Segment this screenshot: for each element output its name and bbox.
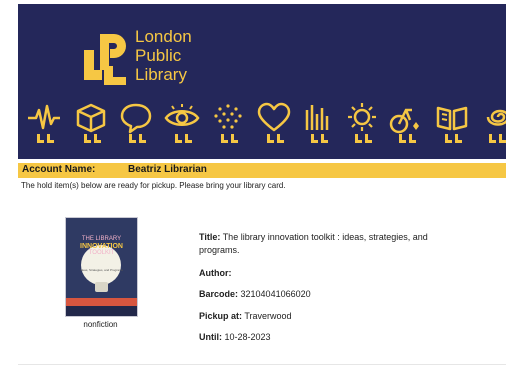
title-value-line-2: programs. bbox=[199, 245, 240, 255]
title-value: The library innovation toolkit : ideas, … bbox=[222, 232, 428, 242]
account-name-value: Beatriz Librarian bbox=[128, 164, 207, 175]
heartbeat-icon bbox=[28, 104, 60, 143]
cube-icon bbox=[76, 103, 106, 143]
pickup-field: Pickup at: Traverwood bbox=[199, 311, 292, 321]
heart-icon bbox=[257, 102, 291, 143]
sparkle-dots-icon bbox=[214, 104, 242, 143]
wordmark-line-2: Public bbox=[135, 46, 182, 65]
library-logo-icon bbox=[84, 34, 126, 85]
account-name-bar: Account Name: Beatriz Librarian bbox=[18, 163, 506, 178]
author-label: Author: bbox=[199, 268, 232, 278]
account-name-label: Account Name: bbox=[22, 164, 96, 175]
pickup-notice: The hold item(s) below are ready for pic… bbox=[21, 181, 286, 190]
title-field: Title: The library innovation toolkit : … bbox=[199, 232, 428, 242]
cover-subtitle: Ideas, Strategies, and Programs bbox=[79, 268, 124, 272]
barcode-value: 32104041066020 bbox=[240, 289, 311, 299]
cover-title-line-2: INNOVATION bbox=[80, 243, 123, 250]
until-field: Until: 10-28-2023 bbox=[199, 332, 271, 342]
wordmark-line-1: London bbox=[135, 27, 192, 46]
barcode-label: Barcode: bbox=[199, 289, 239, 299]
icon-row bbox=[18, 102, 506, 146]
cover-title-line-3: TOOLKIT bbox=[88, 250, 115, 256]
barcode-field: Barcode: 32104041066020 bbox=[199, 289, 311, 299]
open-book-icon bbox=[436, 106, 468, 143]
email-page: London Public Library Account Name: Beat… bbox=[0, 0, 506, 368]
city-skyline-icon bbox=[305, 105, 329, 143]
bicycle-icon bbox=[389, 108, 419, 143]
eye-icon bbox=[164, 104, 200, 143]
library-wordmark: London Public Library bbox=[135, 27, 192, 84]
cover-title-line-1: THE LIBRARY bbox=[81, 236, 122, 242]
title-label: Title: bbox=[199, 232, 221, 242]
pickup-label: Pickup at: bbox=[199, 311, 243, 321]
pickup-value: Traverwood bbox=[244, 311, 292, 321]
item-genre: nonfiction bbox=[83, 320, 118, 329]
speech-bubble-icon bbox=[120, 103, 152, 143]
until-label: Until: bbox=[199, 332, 222, 342]
title-field-continued: programs. bbox=[199, 245, 240, 255]
divider bbox=[18, 364, 506, 365]
author-field: Author: bbox=[199, 268, 232, 278]
library-banner: London Public Library bbox=[18, 4, 506, 159]
until-value: 10-28-2023 bbox=[224, 332, 271, 342]
wordmark-line-3: Library bbox=[135, 65, 187, 84]
swirl-icon bbox=[486, 109, 506, 143]
book-cover: THE LIBRARY INNOVATION TOOLKIT Ideas, St… bbox=[65, 217, 138, 317]
sun-icon bbox=[348, 103, 376, 143]
